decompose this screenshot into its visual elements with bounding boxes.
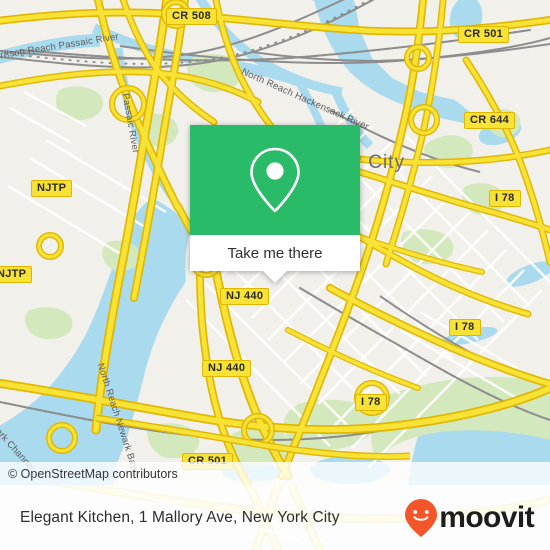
place-address-title: Elegant Kitchen, 1 Mallory Ave, New York… (20, 508, 340, 526)
moovit-smiley-pin-icon (405, 498, 438, 537)
road-shield-njtp-west[interactable]: NJTP (0, 266, 33, 283)
road-shield-cr-508[interactable]: CR 508 (166, 8, 218, 25)
road-shield-nj-440-north[interactable]: NJ 440 (220, 288, 270, 305)
map-viewport[interactable]: Harrison Reach Passaic River Passaic Riv… (0, 0, 550, 485)
road-shield-njtp-north[interactable]: NJTP (31, 180, 73, 197)
moovit-wordmark: moovit (439, 500, 534, 534)
take-me-there-button[interactable]: Take me there (190, 235, 360, 271)
location-popup[interactable]: Take me there (190, 125, 360, 283)
moovit-brand[interactable]: moovit (404, 498, 535, 538)
take-me-there-label: Take me there (227, 244, 323, 262)
map-pin-icon (250, 147, 300, 213)
road-shield-i-78-east[interactable]: I 78 (449, 319, 481, 336)
popup-pointer (263, 271, 287, 283)
map-attribution-bar: © OpenStreetMap contributors (0, 462, 550, 485)
road-shield-cr-644[interactable]: CR 644 (464, 112, 516, 129)
road-shield-cr-501-north[interactable]: CR 501 (458, 26, 510, 43)
road-shield-i-78-northeast[interactable]: I 78 (489, 190, 521, 207)
popup-icon-panel (190, 125, 360, 235)
map-screenshot-page: Harrison Reach Passaic River Passaic Riv… (0, 0, 550, 550)
road-shield-i-78-south[interactable]: I 78 (355, 394, 387, 411)
road-shield-nj-440-south[interactable]: NJ 440 (202, 360, 252, 377)
attribution-text: © OpenStreetMap contributors (8, 466, 178, 481)
footer-bar: Elegant Kitchen, 1 Mallory Ave, New York… (0, 485, 550, 550)
